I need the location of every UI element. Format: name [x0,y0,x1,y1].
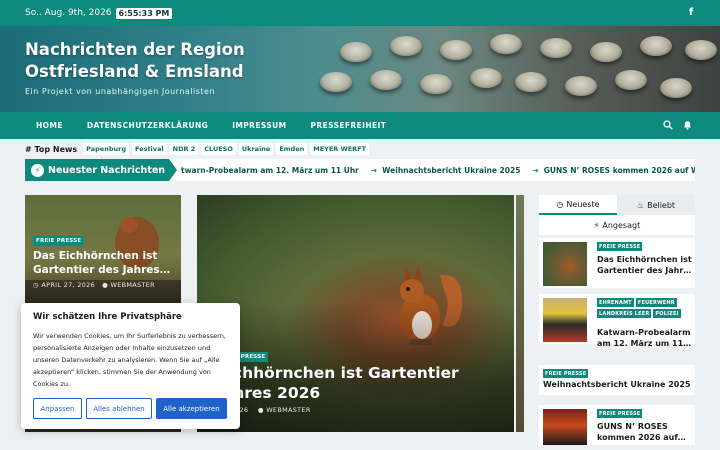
tag-papenburg[interactable]: Papenburg [83,143,129,155]
category-badge[interactable]: LANDKREIS LEER [597,309,652,318]
category-badge[interactable]: EHRENAMT [597,298,634,307]
ticker-item[interactable]: GUNS N’ ROSES kommen 2026 auf Welttour [544,166,695,175]
site-title-line1[interactable]: Nachrichten der Region [25,39,245,61]
sidebar-post-title[interactable]: Katwarn-Probealarm am 12. März um 11… [597,327,692,349]
post-thumbnail[interactable] [543,409,587,445]
nav-item-datenschutz[interactable]: DATENSCHUTZERKLÄRUNG [75,121,220,130]
clock-icon: ◷ [556,199,564,209]
tag-clueso[interactable]: CLUESO [201,143,236,155]
customize-button[interactable]: Anpassen [33,398,82,419]
tab-beliebt[interactable]: ♨ Beliebt [617,195,695,215]
arrow-circle-icon: ➔ [370,165,378,175]
site-title[interactable]: Nachrichten der Region Ostfriesland & Em… [25,39,245,83]
featured-post-title[interactable]: Eichhörnchen ist Gartentier Jahres 2026 [217,363,517,403]
site-tagline: Ein Projekt von unabhängigen Journaliste… [25,87,216,96]
tab-label: Angesagt [602,220,641,230]
ticker-label-text: Neuester Nachrichten [48,164,166,176]
tab-label: Beliebt [647,200,676,210]
sidebar-post-title[interactable]: Das Eichhörnchen ist Gartentier des Jahr… [597,254,692,276]
tag-festival[interactable]: Festival [131,143,167,155]
sidebar-tabs: ◷ Neueste ♨ Beliebt ⚡ Angesagt [539,195,695,235]
fire-icon: ♨ [636,200,645,210]
post-thumbnail[interactable] [543,298,587,342]
site-title-line2[interactable]: Ostfriesland & Emsland [25,61,245,83]
news-ticker: ⚡ Neuester Nachrichten twarn-Probealarm … [25,159,695,181]
sidebar-post-title[interactable]: Weihnachtsbericht Ukraine 2025 [543,379,693,390]
header-banner: Nachrichten der Region Ostfriesland & Em… [0,26,720,112]
reject-all-button[interactable]: Alles ablehnen [86,398,152,419]
current-time: 6:55:33 PM [115,7,173,19]
main-nav: HOME DATENSCHUTZERKLÄRUNG IMPRESSUM PRES… [0,112,720,139]
category-badge[interactable]: FREIE PRESSE [597,409,643,418]
accept-all-button[interactable]: Alle akzeptieren [156,398,227,419]
post-title[interactable]: Das Eichhörnchen ist Gartentier des Jahr… [33,249,178,277]
featured-post[interactable]: FREIE PRESSE Eichhörnchen ist Gartentier… [197,195,524,432]
sidebar-tabs-widget: ◷ Neueste ♨ Beliebt ⚡ Angesagt FREIE PRE… [539,195,695,445]
post-author[interactable]: WEBMASTER [110,281,154,289]
post-date[interactable]: APRIL 27, 2026 [41,281,95,289]
cookie-title: Wir schätzen Ihre Privatsphäre [33,312,182,322]
sidebar-post[interactable]: FREIE PRESSE Weihnachtsbericht Ukraine 2… [539,365,695,395]
tag-emden[interactable]: Emden [276,143,308,155]
tag-ukraine[interactable]: Ukraine [238,143,274,155]
category-badge[interactable]: FREIE PRESSE [597,242,643,251]
search-icon[interactable] [663,120,673,130]
nav-item-home[interactable]: HOME [24,121,75,130]
category-badge[interactable]: FREIE PRESSE [543,369,589,378]
top-news-label: # Top News [25,144,78,154]
ticker-item[interactable]: twarn-Probealarm am 12. März um 11 Uhr [181,166,359,175]
tag-ndr2[interactable]: NDR 2 [169,143,199,155]
user-icon: ● [102,281,109,289]
typewriter-keys-image [300,32,720,112]
sidebar-post-title[interactable]: GUNS N’ ROSES kommen 2026 auf… [597,421,692,443]
category-badge[interactable]: POLIZEI [653,309,681,318]
tab-neueste[interactable]: ◷ Neueste [539,195,617,215]
post-author[interactable]: WEBMASTER [266,406,310,414]
featured-title-line1[interactable]: Eichhörnchen ist Gartentier [217,364,459,382]
nav-item-pressefreiheit[interactable]: PRESSEFREIHEIT [299,121,399,130]
nav-item-impressum[interactable]: IMPRESSUM [220,121,298,130]
tab-angesagt[interactable]: ⚡ Angesagt [539,215,695,235]
post-thumbnail[interactable] [543,242,587,286]
arrow-circle-icon: ➔ [532,165,539,175]
bell-icon[interactable] [683,120,692,130]
current-date: So.. Aug. 9th, 2026 [25,8,112,18]
category-badge[interactable]: FREIE PRESSE [33,236,85,246]
sidebar-post[interactable]: FREIE PRESSE GUNS N’ ROSES kommen 2026 a… [539,405,695,445]
cookie-text: Wir verwenden Cookies, um Ihr Surferlebn… [33,332,226,389]
ticker-item[interactable]: Weihnachtsbericht Ukraine 2025 [382,166,520,175]
bolt-icon: ⚡ [593,220,600,230]
facebook-icon[interactable]: f [686,7,696,18]
ticker-label: ⚡ Neuester Nachrichten [25,159,177,181]
post-meta: ◷ APRIL 27, 2026 ● WEBMASTER [33,281,155,289]
lightning-icon: ⚡ [31,163,44,177]
user-icon: ● [257,406,264,414]
top-news-tags: # Top News Papenburg Festival NDR 2 CLUE… [25,143,370,155]
sidebar-post[interactable]: EHRENAMT FEUERWEHR LANDKREIS LEER POLIZE… [539,294,695,348]
clock-icon: ◷ [33,281,39,289]
tab-label: Neueste [566,199,600,209]
tag-meyer-werft[interactable]: MEYER WERFT [310,143,370,155]
sidebar-post[interactable]: FREIE PRESSE Das Eichhörnchen ist Garten… [539,238,695,288]
top-bar: So.. Aug. 9th, 2026 6:55:33 PM f [0,0,720,26]
ticker-items: twarn-Probealarm am 12. März um 11 Uhr ➔… [181,159,695,181]
cookie-consent-dialog: Wir schätzen Ihre Privatsphäre Wir verwe… [21,303,240,429]
category-badge[interactable]: FEUERWEHR [635,298,677,307]
